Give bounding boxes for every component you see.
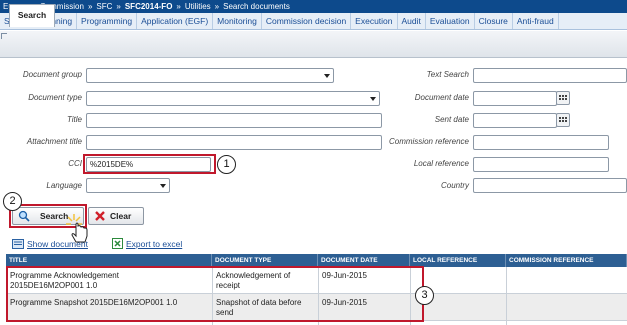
document-date-label: Document date (414, 93, 469, 102)
chevron-down-icon (370, 97, 376, 101)
breadcrumb-separator: » (176, 2, 181, 11)
callout-number-3: 3 (415, 286, 434, 305)
menu-item-audit[interactable]: Audit (398, 13, 426, 29)
text-search-input[interactable] (473, 68, 627, 83)
column-divider (506, 267, 507, 325)
breadcrumb-item-utilities[interactable]: Utilities (185, 2, 211, 11)
title-label: Title (66, 115, 82, 124)
excel-icon (112, 238, 123, 249)
commission-reference-input[interactable] (473, 135, 609, 150)
menu-item-closure[interactable]: Closure (475, 13, 513, 29)
clear-button[interactable]: Clear (88, 207, 144, 225)
attachment-title-input[interactable] (86, 135, 382, 150)
text-search-label: Text Search (426, 70, 469, 79)
menu-item-evaluation[interactable]: Evaluation (426, 13, 475, 29)
main-menu: Strategic planningProgrammingApplication… (0, 13, 627, 30)
clear-button-label: Clear (110, 211, 132, 221)
calendar-icon[interactable] (556, 91, 570, 105)
language-select[interactable] (86, 178, 170, 193)
clear-x-icon (94, 210, 106, 227)
menu-item-application-egf[interactable]: Application (EGF) (137, 13, 214, 29)
title-input[interactable] (86, 113, 382, 128)
breadcrumb: European Commission»SFC»SFC2014-FO»Utili… (0, 0, 627, 13)
menu-item-monitoring[interactable]: Monitoring (213, 13, 262, 29)
document-group-label: Document group (22, 70, 82, 79)
chevron-down-icon (324, 74, 330, 78)
column-header-local-reference[interactable]: LOCAL REFERENCE (410, 254, 506, 267)
menu-item-commission-decision[interactable]: Commission decision (262, 13, 352, 29)
callout-number-1: 1 (217, 155, 236, 174)
sent-date-input[interactable] (473, 113, 557, 128)
chevron-down-icon (160, 184, 166, 188)
column-header-commission-reference[interactable]: COMMISSION REFERENCE (506, 254, 627, 267)
attachment-title-label: Attachment title (26, 137, 82, 146)
tab-strip (0, 31, 627, 58)
callout-box-cci (83, 154, 216, 174)
document-icon (12, 239, 24, 249)
breadcrumb-separator: » (214, 2, 220, 11)
calendar-icon[interactable] (556, 113, 570, 127)
commission-reference-label: Commission reference (388, 137, 469, 146)
breadcrumb-separator: » (87, 2, 93, 11)
language-label: Language (46, 181, 82, 190)
document-group-select[interactable] (86, 68, 334, 83)
breadcrumb-item-sfc[interactable]: SFC (96, 2, 112, 11)
document-date-input[interactable] (473, 91, 557, 106)
local-reference-input[interactable] (473, 157, 609, 172)
callout-number-2: 2 (3, 192, 22, 211)
show-document-link[interactable]: Show document (27, 239, 88, 249)
document-type-label: Document type (28, 93, 82, 102)
callout-box-results (6, 266, 424, 322)
document-type-select[interactable] (86, 91, 380, 106)
tab-search[interactable]: Search (9, 4, 55, 27)
country-select[interactable] (473, 178, 627, 193)
local-reference-label: Local reference (413, 159, 469, 168)
country-label: Country (440, 181, 469, 190)
export-to-excel-link[interactable]: Export to excel (126, 239, 182, 249)
corner-marker-icon (1, 33, 7, 39)
breadcrumb-separator: » (116, 2, 121, 11)
breadcrumb-item-search-documents: Search documents (223, 2, 290, 11)
breadcrumb-item-sfc2014-fo[interactable]: SFC2014-FO (125, 2, 173, 11)
cci-label: CCI (68, 159, 82, 168)
menu-item-programming[interactable]: Programming (77, 13, 138, 29)
sent-date-label: Sent date (434, 115, 469, 124)
menu-item-anti-fraud[interactable]: Anti-fraud (513, 13, 559, 29)
menu-item-execution[interactable]: Execution (351, 13, 398, 29)
